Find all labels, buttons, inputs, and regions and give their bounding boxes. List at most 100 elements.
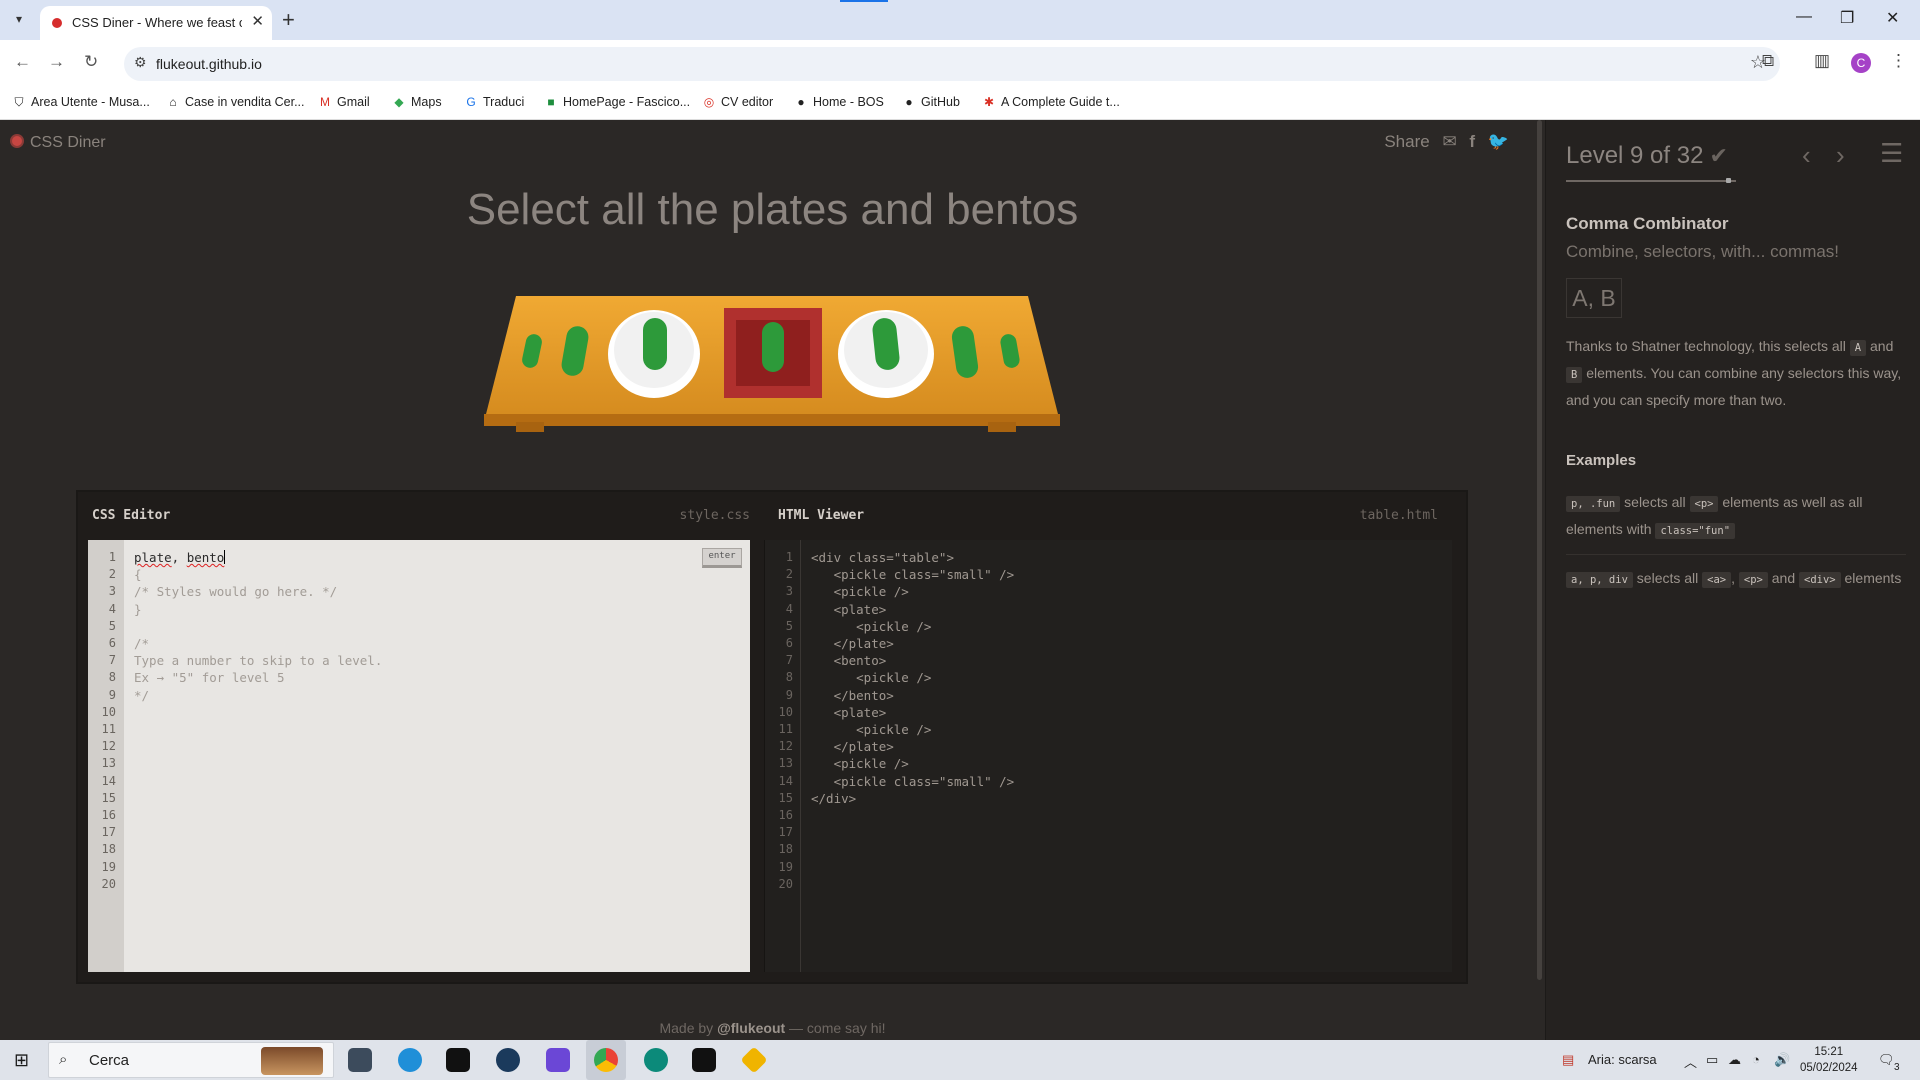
css-editor[interactable]: 1 2{3/* Styles would go here. */4} 5 6/* 7 Ty…: [88, 540, 750, 972]
twitter-share-icon[interactable]: 🐦: [1488, 132, 1509, 151]
bookmark-item[interactable]: ⌂ Case in vendita Cer...: [166, 95, 304, 109]
tab-search-chevron-icon[interactable]: ▾: [8, 8, 30, 30]
meet-now-icon[interactable]: ▭: [1706, 1052, 1718, 1068]
previous-level-icon[interactable]: ‹: [1802, 140, 1811, 171]
css-code-line: {: [134, 567, 142, 583]
enter-button[interactable]: enter: [702, 548, 742, 568]
reload-icon[interactable]: ↻: [84, 52, 98, 72]
css-line-number: 17: [101, 825, 116, 840]
bookmark-item[interactable]: ● GitHub: [902, 95, 960, 109]
html-line-number: 3: [785, 584, 793, 599]
address-bar[interactable]: ⚙ flukeout.github.io ☆: [124, 47, 1780, 81]
bookmark-item[interactable]: ✱ A Complete Guide t...: [982, 95, 1120, 109]
html-code-line: <plate>: [811, 601, 887, 617]
notification-icon[interactable]: 🗨: [1878, 1052, 1895, 1068]
windows-start-icon[interactable]: ⊞: [14, 1050, 29, 1071]
html-code-line: </bento>: [811, 687, 894, 703]
bookmark-item[interactable]: ● Home - BOS: [794, 95, 883, 109]
browser-nav-bar: ← → ↻ ⚙ flukeout.github.io ☆ ⧉ ▥ ⋮: [0, 40, 1920, 86]
next-level-icon[interactable]: ›: [1836, 140, 1845, 171]
example-1: p, .fun selects all <p> elements as well…: [1566, 494, 1863, 539]
css-line-number: 12: [101, 739, 116, 754]
bookmark-item[interactable]: ■ HomePage - Fascico...: [544, 95, 690, 109]
tab-close-icon[interactable]: ✕: [251, 12, 264, 30]
browser-tab[interactable]: CSS Diner - Where we feast on ✕: [40, 6, 272, 40]
app-launcher-icon[interactable]: [546, 1048, 570, 1072]
edge-browser-icon[interactable]: [398, 1048, 422, 1072]
app-diamond-icon[interactable]: [740, 1046, 768, 1074]
css-line-number: 6: [108, 636, 116, 650]
pickle-small[interactable]: [521, 333, 544, 370]
css-line-number: 8: [108, 670, 116, 685]
text-caret: [224, 550, 226, 564]
restore-icon[interactable]: ❐: [1840, 8, 1854, 28]
plate[interactable]: [838, 310, 934, 398]
pickle-small[interactable]: [999, 333, 1021, 369]
css-line-number: 7: [108, 653, 116, 668]
bento[interactable]: [724, 308, 822, 398]
back-arrow-icon[interactable]: ←: [14, 52, 31, 72]
profile-avatar[interactable]: C: [1851, 53, 1871, 73]
scrollbar-thumb[interactable]: [1537, 120, 1542, 980]
html-line-number: 11: [778, 722, 793, 736]
taskbar-search[interactable]: ⌕ Cerca: [48, 1042, 334, 1078]
footer-author-link[interactable]: @flukeout: [717, 1020, 785, 1036]
pickle[interactable]: [560, 324, 590, 377]
css-line-number: 13: [101, 756, 116, 771]
html-line-number: 18: [778, 842, 793, 857]
taskbar-clock[interactable]: 15:21 05/02/2024: [1800, 1044, 1858, 1076]
pickle[interactable]: [950, 325, 979, 380]
html-code-line: <pickle />: [811, 584, 909, 600]
steam-icon[interactable]: [496, 1048, 520, 1072]
bookmark-item[interactable]: ◆ Maps: [392, 95, 441, 109]
network-icon[interactable]: ◔: [1752, 1052, 1760, 1067]
title-bar-indicator: [840, 0, 888, 2]
weather-text[interactable]: Aria: scarsa: [1588, 1052, 1657, 1067]
side-panel-icon[interactable]: ▥: [1814, 51, 1830, 71]
css-line-number: 9: [108, 687, 116, 702]
logo-dot-icon: [10, 134, 24, 148]
level-sidebar: Level 9 of 32 ✔ ‹ › ☰ Comma Combinator Co…: [1545, 120, 1920, 1040]
task-view-icon[interactable]: [348, 1048, 372, 1072]
css-code-line: }: [134, 601, 142, 617]
bookmark-item[interactable]: ⛉ Area Utente - Musa...: [12, 95, 149, 110]
html-line-number: 16: [778, 808, 793, 822]
checkmark-icon: ✔: [1709, 143, 1728, 168]
html-code-line: <pickle />: [811, 618, 932, 634]
plate[interactable]: [608, 310, 700, 398]
css-line-number: 2: [108, 567, 116, 582]
air-quality-icon[interactable]: ▤: [1562, 1052, 1574, 1068]
site-info-icon[interactable]: ⚙: [134, 54, 147, 71]
css-selector-input[interactable]: plate, bento: [134, 550, 226, 565]
forward-arrow-icon[interactable]: →: [48, 52, 65, 72]
logo[interactable]: CSS Diner: [10, 134, 106, 152]
onedrive-icon[interactable]: ☁: [1728, 1052, 1741, 1068]
app-scrollbar[interactable]: [1535, 120, 1545, 1040]
bookmark-item[interactable]: ◎ CV editor: [702, 95, 773, 109]
new-tab-plus-icon[interactable]: +: [282, 7, 295, 33]
share-label: Share: [1384, 132, 1430, 151]
css-line-number: 15: [101, 790, 116, 805]
volume-icon[interactable]: 🔊: [1774, 1052, 1790, 1068]
extensions-puzzle-icon[interactable]: ⧉: [1762, 51, 1774, 71]
bookmark-item[interactable]: M Gmail: [318, 95, 370, 109]
notion-icon[interactable]: [692, 1048, 716, 1072]
email-share-icon[interactable]: ✉: [1442, 132, 1456, 151]
css-code-line: /*: [134, 636, 150, 651]
chrome-icon[interactable]: [594, 1048, 618, 1072]
css-code-line: /* Styles would go here. */: [134, 584, 338, 600]
edge-beta-icon[interactable]: [644, 1048, 668, 1072]
css-line-number: 20: [101, 876, 116, 891]
tray-chevron-icon[interactable]: ︿: [1684, 1052, 1697, 1071]
css-diner-favicon-icon: [52, 18, 62, 28]
facebook-share-icon[interactable]: f: [1469, 132, 1475, 151]
level-menu-icon[interactable]: ☰: [1880, 138, 1903, 169]
bookmark-item[interactable]: G Traduci: [464, 95, 524, 109]
selector-name: Comma Combinator: [1566, 214, 1729, 233]
minimize-icon[interactable]: —: [1796, 8, 1812, 26]
html-code-line: <pickle />: [811, 756, 909, 772]
css-line-number: 18: [101, 842, 116, 857]
capcut-icon[interactable]: [446, 1048, 470, 1072]
window-close-icon[interactable]: ✕: [1886, 8, 1899, 28]
browser-menu-icon[interactable]: ⋮: [1890, 51, 1907, 71]
